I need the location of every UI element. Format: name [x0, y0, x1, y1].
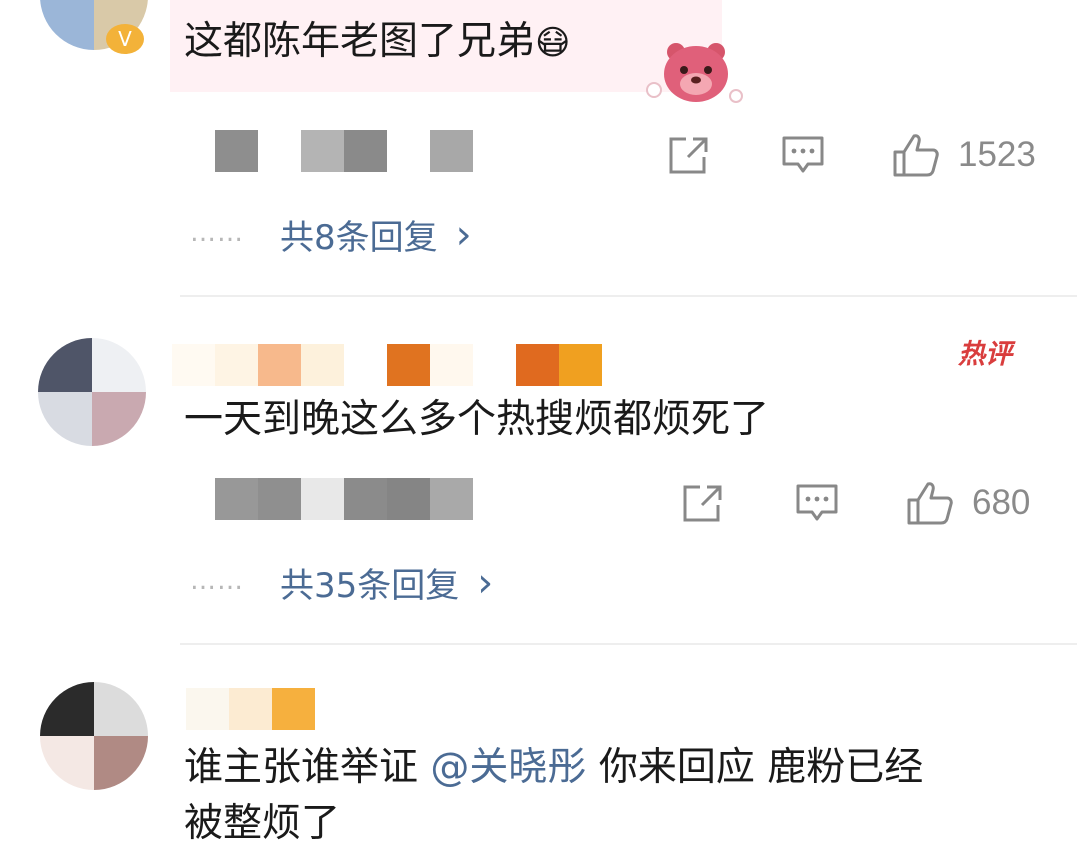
view-replies-link[interactable]: 共8条回复 › [280, 210, 472, 259]
chevron-right-icon: › [455, 211, 472, 258]
comment-text: 一天到晚这么多个热搜烦都烦死了 [184, 397, 770, 442]
blurred-username [172, 478, 473, 520]
avatar[interactable] [38, 338, 146, 446]
comment-icon [796, 484, 838, 521]
comment-text: 谁主张谁举证 @关晓彤 你来回应 鹿粉已经 [184, 745, 924, 790]
replies-label: 共35条回复 [280, 566, 460, 606]
like-count: 1523 [958, 135, 1036, 174]
bear-sticker-icon [640, 40, 744, 104]
share-icon [669, 137, 708, 174]
mention-link[interactable]: @关晓彤 [430, 745, 586, 790]
comment-text: 这都陈年老图了兄弟😷 [184, 19, 571, 64]
repost-button[interactable] [680, 478, 726, 528]
blurred-username [186, 688, 315, 730]
vip-badge-icon: V [106, 24, 144, 54]
chevron-right-icon: › [477, 559, 494, 606]
thumbs-up-icon [893, 134, 939, 177]
share-icon [683, 485, 722, 522]
blurred-username [172, 344, 602, 386]
repost-button[interactable] [666, 130, 712, 180]
replies-label: 共8条回复 [280, 218, 438, 258]
comment-text-line2: 被整烦了 [184, 801, 341, 846]
replies-dots: …… [190, 566, 244, 596]
emoji-icon: 😷 [535, 23, 571, 63]
divider [180, 295, 1077, 297]
like-count: 680 [972, 483, 1031, 522]
comment-button[interactable] [780, 130, 826, 180]
comment-icon [782, 136, 824, 173]
like-button[interactable]: 1523 [892, 130, 1036, 180]
avatar[interactable] [40, 682, 148, 790]
thumbs-up-icon [907, 482, 953, 525]
hot-comment-badge: 热评 [958, 339, 1012, 370]
like-button[interactable]: 680 [906, 478, 1030, 528]
blurred-username [215, 130, 473, 172]
view-replies-link[interactable]: 共35条回复 › [280, 558, 493, 607]
divider [180, 643, 1077, 645]
comment-button[interactable] [794, 478, 840, 528]
replies-dots: …… [190, 218, 244, 248]
